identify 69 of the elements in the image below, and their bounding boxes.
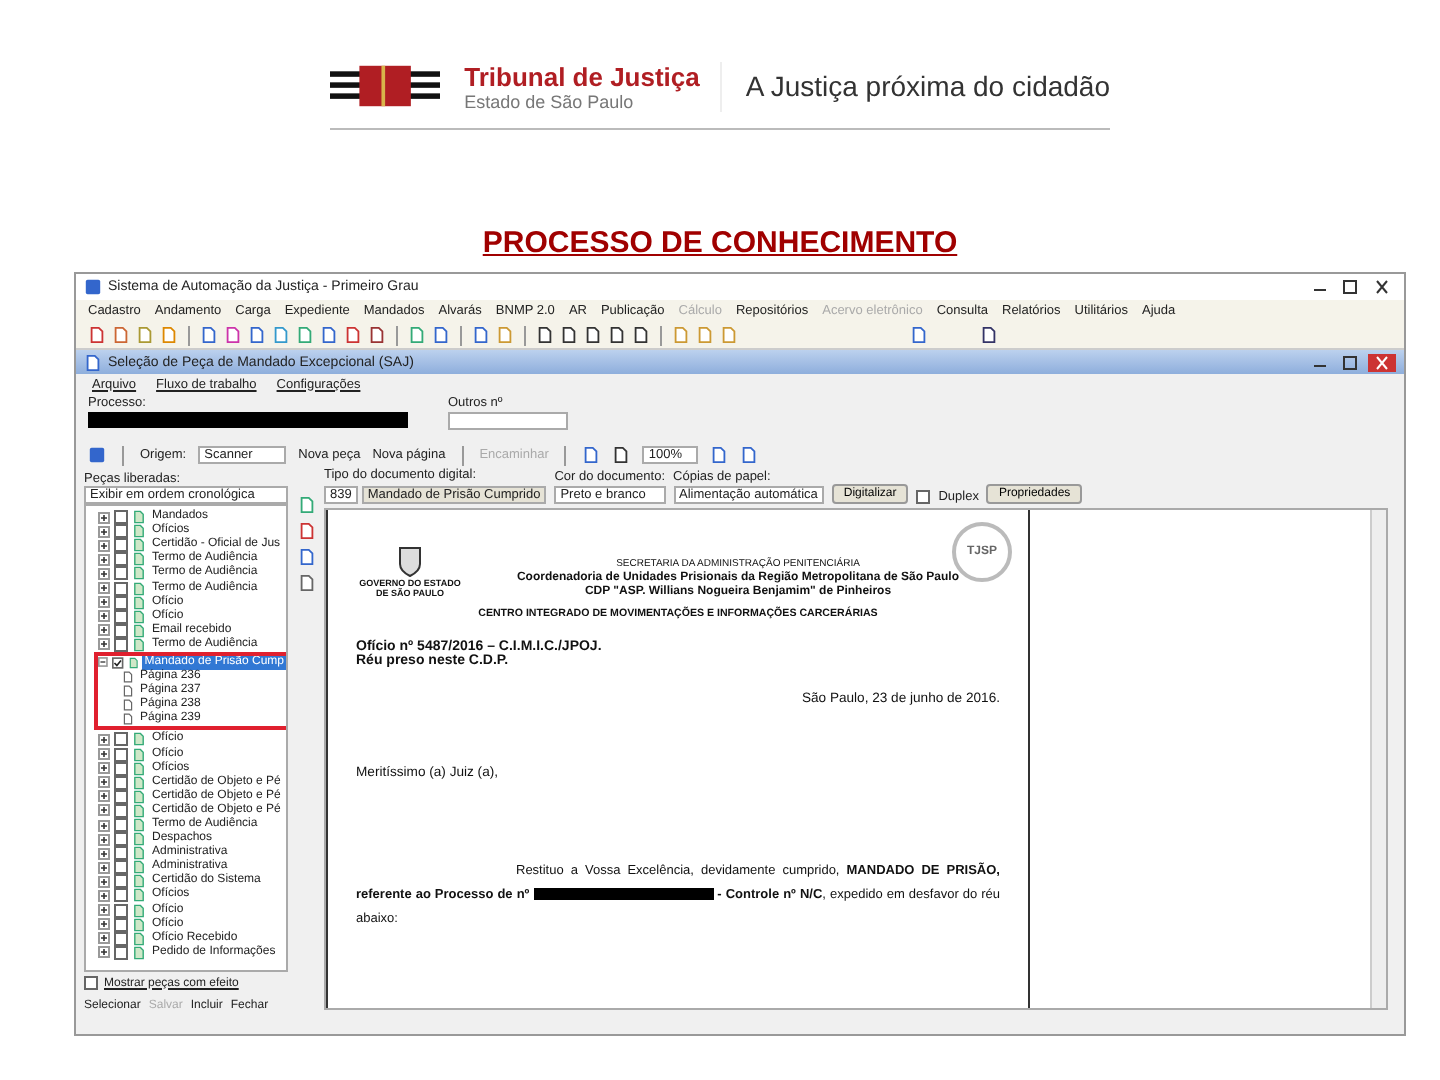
expand-toggle[interactable] [98,904,110,917]
expand-toggle[interactable] [98,762,110,775]
checkbox[interactable] [114,552,128,567]
slide-title: PROCESSO DE CONHECIMENTO [482,226,958,260]
checkbox[interactable] [114,524,128,539]
expand-toggle[interactable] [98,847,110,860]
expand-toggle[interactable] [98,733,110,746]
expand-toggle[interactable] [98,776,110,789]
checkbox[interactable] [114,595,128,610]
scrollbar[interactable] [1370,510,1386,1008]
checkbox[interactable] [114,581,128,596]
checkbox[interactable] [114,538,128,553]
checkbox[interactable] [114,623,128,638]
expand-toggle[interactable] [98,539,110,552]
expand-toggle[interactable] [98,819,110,832]
expand-toggle[interactable] [98,567,110,580]
org-name: Tribunal de Justiça [464,61,700,91]
toolbar-icon[interactable] [980,326,998,344]
maximize-icon[interactable] [1338,353,1362,371]
checkbox[interactable] [114,917,128,932]
expand-toggle[interactable] [98,790,110,803]
checkbox[interactable] [114,747,128,762]
checkbox[interactable] [84,976,98,990]
checkbox[interactable] [114,931,128,946]
expand-toggle[interactable] [98,804,110,817]
tagline: A Justiça próxima do cidadão [745,70,1110,102]
checkbox[interactable] [114,846,128,861]
expand-toggle[interactable] [98,582,110,595]
checkbox[interactable] [114,803,128,818]
expand-toggle[interactable] [98,875,110,888]
checkbox[interactable] [114,818,128,833]
org-subtitle: Estado de São Paulo [464,91,634,111]
checkbox[interactable] [114,775,128,790]
expand-toggle[interactable] [98,889,110,902]
expand-toggle[interactable] [98,656,108,669]
expand-toggle[interactable] [98,511,110,524]
checkbox[interactable] [114,874,128,889]
checkbox[interactable] [111,655,124,670]
expand-toggle[interactable] [98,553,110,566]
expand-toggle[interactable] [98,748,110,761]
checkbox[interactable] [114,510,128,525]
expand-toggle[interactable] [98,833,110,846]
toolbar-icon[interactable] [910,326,928,344]
checkbox[interactable] [114,945,128,960]
checkbox[interactable] [114,860,128,875]
expand-toggle[interactable] [98,525,110,538]
checkbox[interactable] [916,490,931,504]
expand-toggle[interactable] [98,638,110,651]
expand-toggle[interactable] [98,861,110,874]
checkbox[interactable] [114,888,128,903]
maximize-icon[interactable] [1338,278,1362,296]
expand-toggle[interactable] [98,932,110,945]
app-icon[interactable] [84,278,102,296]
expand-toggle[interactable] [98,610,110,623]
checkbox[interactable] [114,789,128,804]
checkbox[interactable] [114,637,128,652]
checkbox[interactable] [114,832,128,847]
expand-toggle[interactable] [98,624,110,637]
checkbox[interactable] [114,609,128,624]
court-logo [330,60,441,112]
expand-toggle[interactable] [98,596,110,609]
coat-of-arms-icon [396,546,424,578]
expand-toggle[interactable] [98,918,110,931]
checkbox[interactable] [114,761,128,776]
checkbox[interactable] [114,566,128,581]
checkbox[interactable] [114,732,128,747]
checkbox[interactable] [114,903,128,918]
others-field[interactable] [448,412,568,430]
expand-toggle[interactable] [98,946,110,959]
